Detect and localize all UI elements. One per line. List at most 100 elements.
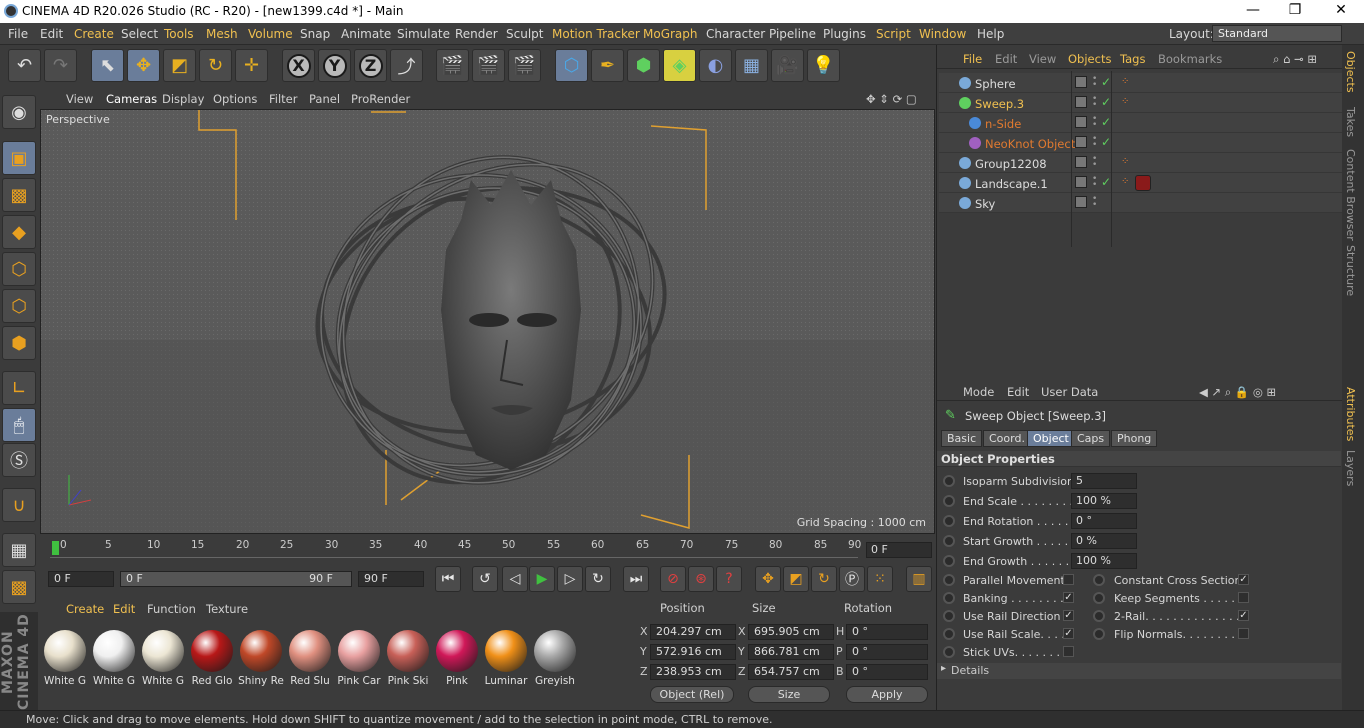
timeline-window-icon[interactable]: ▥: [906, 566, 932, 592]
material-swatch[interactable]: Pink Ski: [385, 628, 431, 690]
camera-icon[interactable]: 🎥: [771, 49, 804, 82]
next-frame-icon[interactable]: ▷: [557, 566, 583, 592]
object-name[interactable]: Sky: [975, 197, 995, 211]
snapping-icon[interactable]: Ⓢ: [2, 443, 36, 477]
attributes-menu-edit[interactable]: Edit: [1007, 385, 1029, 399]
menu-animate[interactable]: Animate: [341, 27, 391, 41]
objects-menu-bookmarks[interactable]: Bookmarks: [1158, 52, 1222, 66]
current-frame-field[interactable]: 0 F: [866, 542, 932, 558]
subdivision-surface-icon[interactable]: ⬢: [627, 49, 660, 82]
attributes-nav-icons[interactable]: ◀ ↗ ⌕ 🔒 ◎ ⊞: [1199, 385, 1276, 400]
object-row[interactable]: n-Side • • ✓: [939, 113, 1343, 133]
menu-file[interactable]: File: [8, 27, 28, 41]
objects-search-icon[interactable]: ⌕ ⌂ ⊸ ⊞: [1273, 52, 1317, 67]
visibility-dots-icon[interactable]: • •: [1092, 135, 1099, 150]
key-position-icon[interactable]: ✥: [755, 566, 781, 592]
attributes-menu-mode[interactable]: Mode: [963, 385, 994, 399]
material-menu-create[interactable]: Create: [66, 602, 104, 616]
viewport-menu-display[interactable]: Display: [162, 92, 204, 106]
enabled-check-icon[interactable]: ✓: [1101, 135, 1111, 149]
details-section[interactable]: Details ▸: [937, 663, 1341, 679]
layer-icon[interactable]: [1075, 116, 1087, 128]
tab-object[interactable]: Object: [1027, 430, 1075, 447]
objects-menu-tags[interactable]: Tags: [1120, 52, 1145, 66]
x-axis-lock-icon[interactable]: X: [282, 49, 315, 82]
object-name[interactable]: Group12208: [975, 157, 1047, 171]
cloner-icon[interactable]: ◈: [663, 49, 696, 82]
material-swatch[interactable]: Greyish: [532, 628, 578, 690]
live-selection-icon[interactable]: ⬉: [91, 49, 124, 82]
position-z-field[interactable]: 238.953 cm: [650, 664, 736, 680]
rotation-b-field[interactable]: 0 °: [846, 664, 928, 680]
points-mode-icon[interactable]: ⬡: [2, 252, 36, 286]
visibility-dots-icon[interactable]: • •: [1092, 195, 1099, 210]
menu-motion-tracker[interactable]: Motion Tracker: [552, 27, 640, 41]
animation-dot[interactable]: [943, 495, 955, 507]
material-swatch[interactable]: White G: [42, 628, 88, 690]
menu-sculpt[interactable]: Sculpt: [506, 27, 543, 41]
coords-size-mode-dropdown[interactable]: Size: [748, 686, 830, 703]
visibility-dots-icon[interactable]: • •: [1092, 95, 1099, 110]
polygons-mode-icon[interactable]: ⬢: [2, 326, 36, 360]
keep-segments-checkbox[interactable]: [1238, 592, 1249, 603]
floor-environment-icon[interactable]: ▦: [735, 49, 768, 82]
visibility-dots-icon[interactable]: • •: [1092, 75, 1099, 90]
animation-dot[interactable]: [943, 535, 955, 547]
animation-dot[interactable]: [943, 646, 955, 658]
material-swatch[interactable]: Red Slu: [287, 628, 333, 690]
object-row[interactable]: Group12208 • • ⁘: [939, 153, 1343, 173]
animation-dot[interactable]: [943, 610, 955, 622]
pen-spline-icon[interactable]: ✒: [591, 49, 624, 82]
material-tag-icon[interactable]: ⁘: [1121, 96, 1129, 107]
animation-dot[interactable]: [1093, 574, 1105, 586]
object-row[interactable]: Sphere • • ✓ ⁘: [939, 73, 1343, 93]
animation-dot[interactable]: [943, 475, 955, 487]
maximize-button[interactable]: ❐: [1280, 2, 1310, 18]
tab-phong[interactable]: Phong: [1111, 430, 1158, 447]
layer-icon[interactable]: [1075, 76, 1087, 88]
sidetab-attributes[interactable]: Attributes: [1344, 387, 1357, 441]
object-row[interactable]: Sweep.3 • • ✓ ⁘: [939, 93, 1343, 113]
viewport-navigation-icons[interactable]: ✥ ⇕ ⟳ ▢: [866, 92, 917, 106]
end-rotation-field[interactable]: 0 °: [1071, 513, 1137, 529]
edit-render-settings-icon[interactable]: 🎬: [508, 49, 541, 82]
rotation-h-field[interactable]: 0 °: [846, 624, 928, 640]
objects-menu-view[interactable]: View: [1029, 52, 1056, 66]
apply-button[interactable]: Apply: [846, 686, 928, 703]
viewport-menu-cameras[interactable]: Cameras: [106, 92, 157, 106]
record-keys-icon[interactable]: ⊘: [660, 566, 686, 592]
goto-end-icon[interactable]: ⏭: [623, 566, 649, 592]
constant-cross-section-checkbox[interactable]: ✓: [1238, 574, 1249, 585]
render-picture-viewer-icon[interactable]: 🎬: [472, 49, 505, 82]
use-rail-scale-checkbox[interactable]: ✓: [1063, 628, 1074, 639]
layout-select[interactable]: Standard: [1212, 25, 1342, 42]
material-menu-function[interactable]: Function: [147, 602, 196, 616]
object-row[interactable]: Landscape.1 • • ✓ ⁘: [939, 173, 1343, 193]
menu-edit[interactable]: Edit: [40, 27, 63, 41]
menu-pipeline[interactable]: Pipeline: [769, 27, 816, 41]
minimize-button[interactable]: —: [1238, 2, 1268, 18]
enabled-check-icon[interactable]: ✓: [1101, 95, 1111, 109]
sidetab-structure[interactable]: Structure: [1344, 245, 1357, 296]
material-menu-edit[interactable]: Edit: [113, 602, 135, 616]
light-icon[interactable]: 💡: [807, 49, 840, 82]
menu-volume[interactable]: Volume: [248, 27, 293, 41]
end-growth-field[interactable]: 100 %: [1071, 553, 1137, 569]
menu-mograph[interactable]: MoGraph: [643, 27, 698, 41]
layer-icon[interactable]: [1075, 196, 1087, 208]
model-mode-icon[interactable]: ▣: [2, 141, 36, 175]
planar-workplane-icon[interactable]: ▩: [2, 570, 36, 604]
animation-dot[interactable]: [943, 592, 955, 604]
start-frame-field[interactable]: 0 F: [48, 571, 114, 587]
animation-dot[interactable]: [1093, 592, 1105, 604]
sidetab-takes[interactable]: Takes: [1344, 107, 1357, 137]
tab-coord[interactable]: Coord.: [983, 430, 1031, 447]
perspective-viewport[interactable]: Perspective Grid Spacing : 1000 cm: [40, 109, 935, 534]
key-parameter-icon[interactable]: Ⓟ: [839, 566, 865, 592]
prev-frame-icon[interactable]: ◁: [502, 566, 528, 592]
menu-tools[interactable]: Tools: [164, 27, 194, 41]
rotation-p-field[interactable]: 0 °: [846, 644, 928, 660]
workplane-mode-icon[interactable]: ◆: [2, 215, 36, 249]
deformer-icon[interactable]: ◐: [699, 49, 732, 82]
recent-tools-icon[interactable]: ✛: [235, 49, 268, 82]
